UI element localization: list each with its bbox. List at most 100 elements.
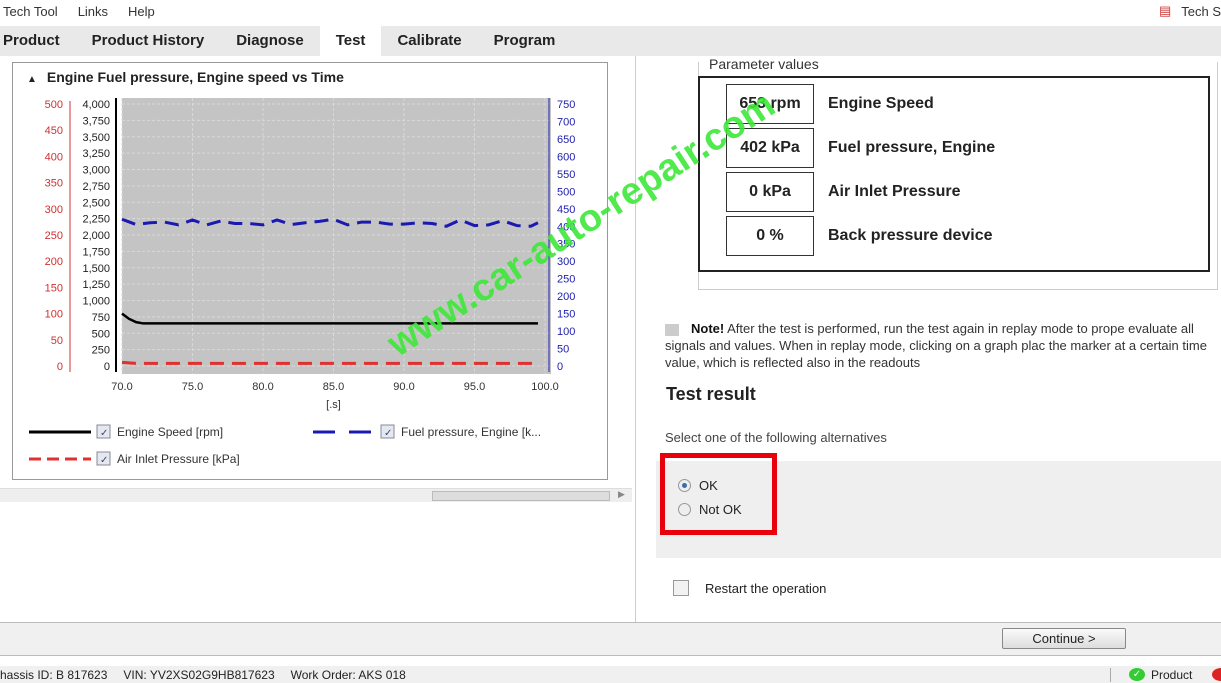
fuel-tick-label: 550 (557, 169, 575, 181)
note-body: After the test is performed, run the tes… (665, 321, 1207, 370)
fuel-tick-label: 450 (557, 204, 575, 216)
work-order: Work Order: AKS 018 (290, 667, 406, 682)
fuel-tick-label: 600 (557, 151, 575, 163)
rpm-tick-label: 4,000 (82, 99, 110, 111)
fuel-tick-label: 700 (557, 116, 575, 128)
rpm-tick-label: 2,250 (82, 214, 110, 226)
x-tick-label: 95.0 (464, 381, 485, 393)
action-bar: Continue > (0, 622, 1221, 656)
rpm-tick-label: 500 (92, 328, 110, 340)
graph-pane: ▲ Engine Fuel pressure, Engine speed vs T… (0, 56, 636, 622)
radio-checked-icon[interactable] (678, 479, 691, 492)
air-tick-label: 100 (45, 309, 63, 321)
fuel-tick-label: 300 (557, 256, 575, 268)
tech-label: Tech S (1181, 3, 1221, 19)
product-status[interactable]: ✓ Product (1110, 667, 1221, 682)
tab-program[interactable]: Program (478, 26, 572, 56)
chart-svg[interactable]: 70.0 75.0 80.0 85.0 90.0 95.0 100.002505007501… (13, 63, 609, 481)
radio-not-ok[interactable]: Not OK (678, 502, 742, 517)
vin: VIN: YV2XS02G9HB817623 (123, 667, 275, 682)
x-axis-label: [.s] (326, 399, 341, 411)
x-tick-label: 80.0 (252, 381, 273, 393)
air-tick-label: 50 (51, 335, 63, 347)
readout-value: 653 rpm (726, 84, 814, 124)
x-tick-label: 100.0 (531, 381, 559, 393)
readout-row: 653 rpm Engine Speed (726, 84, 934, 124)
product-label: Product (1151, 667, 1193, 682)
air-tick-label: 250 (45, 230, 63, 242)
readout-value: 0 kPa (726, 172, 814, 212)
checkbox-icon[interactable] (673, 580, 689, 596)
menu-tech-tool[interactable]: Tech Tool (3, 4, 58, 19)
restart-checkbox[interactable]: Restart the operation (673, 580, 826, 596)
parameter-readouts: 653 rpm Engine Speed 402 kPa Fuel pressure… (698, 76, 1210, 272)
horizontal-scrollbar[interactable]: ▶ (0, 488, 632, 502)
chart-panel: ▲ Engine Fuel pressure, Engine speed vs T… (12, 62, 608, 480)
legend-label: Fuel pressure, Engine [k... (401, 425, 541, 439)
air-tick-label: 450 (45, 125, 63, 137)
fuel-tick-label: 650 (557, 134, 575, 146)
menu-links[interactable]: Links (78, 4, 108, 19)
fuel-tick-label: 350 (557, 239, 575, 251)
legend-check-icon: ✓ (100, 455, 108, 466)
tab-diagnose[interactable]: Diagnose (220, 26, 320, 56)
rpm-tick-label: 3,750 (82, 115, 110, 127)
stop-icon (1212, 668, 1221, 681)
readout-row: 402 kPa Fuel pressure, Engine (726, 128, 995, 168)
air-tick-label: 200 (45, 256, 63, 268)
x-tick-label: 75.0 (182, 381, 203, 393)
chassis-id: hassis ID: B 817623 (0, 667, 108, 682)
readout-label: Fuel pressure, Engine (828, 139, 996, 156)
radio-ok[interactable]: OK (678, 478, 718, 493)
tab-calibrate[interactable]: Calibrate (381, 26, 477, 56)
continue-button[interactable]: Continue > (1002, 628, 1126, 649)
tab-product[interactable]: Product (0, 26, 76, 56)
rpm-tick-label: 3,000 (82, 165, 110, 177)
air-tick-label: 150 (45, 282, 63, 294)
rpm-tick-label: 3,500 (82, 132, 110, 144)
x-tick-label: 70.0 (111, 381, 132, 393)
legend-check-icon: ✓ (100, 428, 108, 439)
rpm-tick-label: 0 (104, 361, 110, 373)
readout-value: 402 kPa (726, 128, 814, 168)
readout-label: Back pressure device (828, 227, 993, 244)
scroll-right-icon[interactable]: ▶ (618, 489, 625, 500)
readout-label: Engine Speed (828, 95, 934, 112)
rpm-tick-label: 750 (92, 312, 110, 324)
tab-product-history[interactable]: Product History (76, 26, 221, 56)
fuel-tick-label: 200 (557, 291, 575, 303)
connection-icon[interactable]: ▤ (1159, 3, 1171, 19)
menu-help[interactable]: Help (128, 4, 155, 19)
rpm-tick-label: 1,750 (82, 246, 110, 258)
fuel-tick-label: 100 (557, 326, 575, 338)
plot-area (122, 98, 551, 374)
select-prompt: Select one of the following alternatives (665, 430, 887, 445)
restart-label: Restart the operation (705, 580, 827, 596)
fuel-tick-label: 400 (557, 221, 575, 233)
radio-unchecked-icon[interactable] (678, 503, 691, 516)
test-result-heading: Test result (666, 384, 756, 404)
main-tabs: Product Product History Diagnose Test Ca… (0, 26, 1221, 56)
readout-label: Air Inlet Pressure (828, 183, 961, 200)
group-label: Parameter values (706, 56, 822, 72)
fuel-tick-label: 0 (557, 361, 563, 373)
readout-row: 0 % Back pressure device (726, 216, 993, 256)
radio-label: OK (699, 478, 718, 493)
test-pane: Parameter values 653 rpm Engine Speed 402… (640, 56, 1221, 622)
legend-label: Air Inlet Pressure [kPa] (117, 452, 240, 466)
rpm-tick-label: 2,500 (82, 197, 110, 209)
radio-label: Not OK (699, 502, 742, 517)
status-bar: hassis ID: B 817623 VIN: YV2XS02G9HB8176… (0, 666, 1221, 683)
rpm-tick-label: 2,750 (82, 181, 110, 193)
scrollbar-thumb[interactable] (432, 491, 610, 501)
readout-row: 0 kPa Air Inlet Pressure (726, 172, 961, 212)
air-tick-label: 0 (57, 361, 63, 373)
tab-test[interactable]: Test (319, 26, 382, 56)
fuel-tick-label: 150 (557, 309, 575, 321)
note-text: Note! After the test is performed, run t… (665, 320, 1221, 371)
note-icon (665, 323, 679, 336)
air-tick-label: 350 (45, 178, 63, 190)
rpm-tick-label: 2,000 (82, 230, 110, 242)
x-tick-label: 85.0 (323, 381, 344, 393)
legend-check-icon: ✓ (384, 428, 392, 439)
